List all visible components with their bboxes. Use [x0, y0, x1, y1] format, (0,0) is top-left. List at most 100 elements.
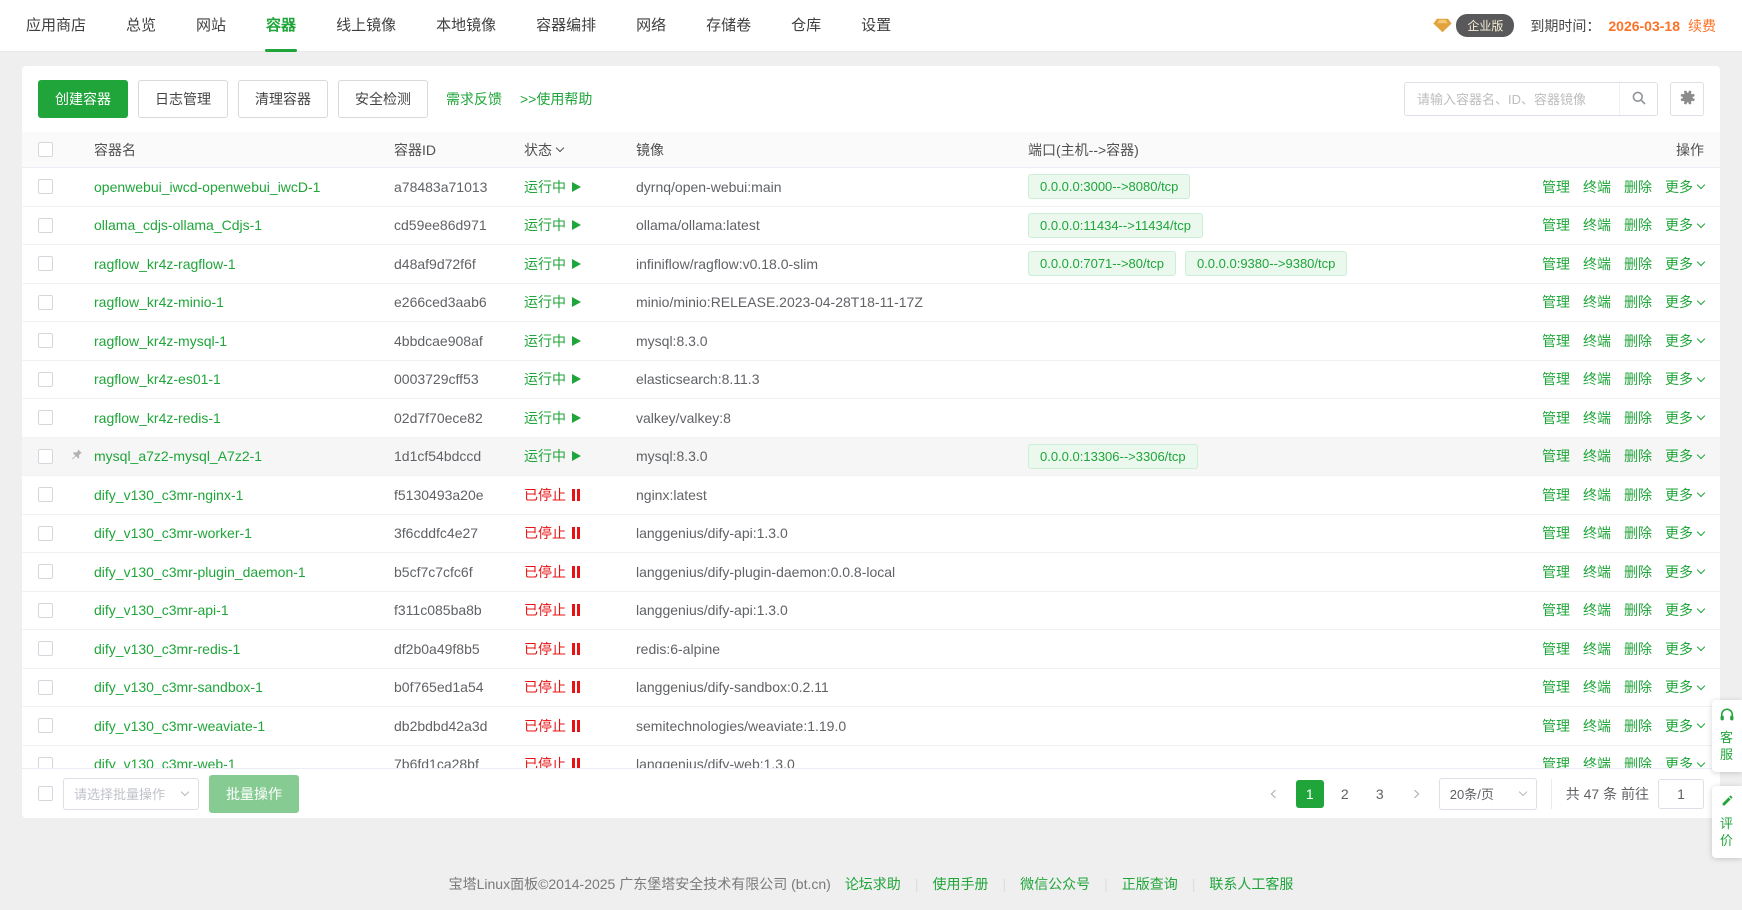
select-all-checkbox[interactable]	[38, 142, 53, 157]
manage-link[interactable]: 管理	[1542, 369, 1570, 389]
row-checkbox[interactable]	[38, 487, 53, 502]
delete-link[interactable]: 删除	[1624, 446, 1652, 466]
nav-item[interactable]: 本地镜像	[436, 0, 496, 52]
container-name-link[interactable]: mysql_a7z2-mysql_A7z2-1	[94, 448, 394, 464]
row-checkbox[interactable]	[38, 718, 53, 733]
manage-link[interactable]: 管理	[1542, 177, 1570, 197]
row-checkbox[interactable]	[38, 410, 53, 425]
batch-action-select[interactable]: 请选择批量操作	[63, 778, 199, 810]
nav-item[interactable]: 网站	[196, 0, 226, 52]
manage-link[interactable]: 管理	[1542, 639, 1570, 659]
more-link[interactable]: 更多	[1665, 177, 1704, 197]
customer-service-widget[interactable]: 客服	[1712, 700, 1742, 772]
delete-link[interactable]: 删除	[1624, 716, 1652, 736]
container-name-link[interactable]: ollama_cdjs-ollama_Cdjs-1	[94, 217, 394, 233]
more-link[interactable]: 更多	[1665, 292, 1704, 312]
more-link[interactable]: 更多	[1665, 677, 1704, 697]
review-widget[interactable]: 评价	[1712, 786, 1742, 858]
search-button[interactable]	[1619, 83, 1657, 115]
nav-item[interactable]: 存储卷	[706, 0, 751, 52]
terminal-link[interactable]: 终端	[1583, 331, 1611, 351]
row-checkbox[interactable]	[38, 680, 53, 695]
manage-link[interactable]: 管理	[1542, 446, 1570, 466]
footer-link[interactable]: 正版查询	[1122, 874, 1178, 894]
footer-link[interactable]: 联系人工客服	[1209, 874, 1293, 894]
more-link[interactable]: 更多	[1665, 485, 1704, 505]
row-checkbox[interactable]	[38, 256, 53, 271]
row-checkbox[interactable]	[38, 641, 53, 656]
terminal-link[interactable]: 终端	[1583, 292, 1611, 312]
prev-page-button[interactable]	[1261, 780, 1289, 808]
create-container-button[interactable]: 创建容器	[38, 80, 128, 118]
delete-link[interactable]: 删除	[1624, 177, 1652, 197]
container-name-link[interactable]: ragflow_kr4z-minio-1	[94, 294, 394, 310]
more-link[interactable]: 更多	[1665, 369, 1704, 389]
row-checkbox[interactable]	[38, 564, 53, 579]
delete-link[interactable]: 删除	[1624, 639, 1652, 659]
manage-link[interactable]: 管理	[1542, 600, 1570, 620]
delete-link[interactable]: 删除	[1624, 254, 1652, 274]
batch-apply-button[interactable]: 批量操作	[209, 775, 299, 813]
row-checkbox[interactable]	[38, 372, 53, 387]
terminal-link[interactable]: 终端	[1583, 369, 1611, 389]
terminal-link[interactable]: 终端	[1583, 215, 1611, 235]
more-link[interactable]: 更多	[1665, 639, 1704, 659]
terminal-link[interactable]: 终端	[1583, 523, 1611, 543]
delete-link[interactable]: 删除	[1624, 215, 1652, 235]
nav-item[interactable]: 容器编排	[536, 0, 596, 52]
clean-container-button[interactable]: 清理容器	[238, 80, 328, 118]
nav-item[interactable]: 设置	[861, 0, 891, 52]
terminal-link[interactable]: 终端	[1583, 562, 1611, 582]
row-checkbox[interactable]	[38, 526, 53, 541]
container-name-link[interactable]: dify_v130_c3mr-plugin_daemon-1	[94, 564, 394, 580]
manage-link[interactable]: 管理	[1542, 408, 1570, 428]
footer-link[interactable]: 微信公众号	[1020, 874, 1090, 894]
feedback-link[interactable]: 需求反馈	[446, 89, 502, 109]
more-link[interactable]: 更多	[1665, 254, 1704, 274]
terminal-link[interactable]: 终端	[1583, 446, 1611, 466]
row-checkbox[interactable]	[38, 449, 53, 464]
next-page-button[interactable]	[1401, 780, 1429, 808]
container-name-link[interactable]: ragflow_kr4z-redis-1	[94, 410, 394, 426]
nav-item[interactable]: 总览	[126, 0, 156, 52]
delete-link[interactable]: 删除	[1624, 331, 1652, 351]
header-status-filter[interactable]: 状态	[524, 140, 636, 160]
terminal-link[interactable]: 终端	[1583, 677, 1611, 697]
terminal-link[interactable]: 终端	[1583, 716, 1611, 736]
table-settings-button[interactable]	[1670, 82, 1704, 116]
terminal-link[interactable]: 终端	[1583, 754, 1611, 768]
delete-link[interactable]: 删除	[1624, 408, 1652, 428]
more-link[interactable]: 更多	[1665, 754, 1704, 768]
terminal-link[interactable]: 终端	[1583, 254, 1611, 274]
more-link[interactable]: 更多	[1665, 215, 1704, 235]
batch-select-all-checkbox[interactable]	[38, 786, 53, 801]
container-name-link[interactable]: openwebui_iwcd-openwebui_iwcD-1	[94, 179, 394, 195]
log-manage-button[interactable]: 日志管理	[138, 80, 228, 118]
row-checkbox[interactable]	[38, 218, 53, 233]
row-checkbox[interactable]	[38, 295, 53, 310]
more-link[interactable]: 更多	[1665, 562, 1704, 582]
terminal-link[interactable]: 终端	[1583, 639, 1611, 659]
manage-link[interactable]: 管理	[1542, 562, 1570, 582]
delete-link[interactable]: 删除	[1624, 369, 1652, 389]
more-link[interactable]: 更多	[1665, 600, 1704, 620]
container-name-link[interactable]: ragflow_kr4z-ragflow-1	[94, 256, 394, 272]
row-checkbox[interactable]	[38, 333, 53, 348]
page-button-1[interactable]: 1	[1296, 780, 1324, 808]
manage-link[interactable]: 管理	[1542, 523, 1570, 543]
manage-link[interactable]: 管理	[1542, 254, 1570, 274]
delete-link[interactable]: 删除	[1624, 292, 1652, 312]
delete-link[interactable]: 删除	[1624, 485, 1652, 505]
security-check-button[interactable]: 安全检测	[338, 80, 428, 118]
more-link[interactable]: 更多	[1665, 523, 1704, 543]
manage-link[interactable]: 管理	[1542, 485, 1570, 505]
container-name-link[interactable]: dify_v130_c3mr-worker-1	[94, 525, 394, 541]
terminal-link[interactable]: 终端	[1583, 485, 1611, 505]
page-button-3[interactable]: 3	[1366, 780, 1394, 808]
nav-item[interactable]: 应用商店	[26, 0, 86, 52]
container-name-link[interactable]: dify_v130_c3mr-redis-1	[94, 641, 394, 657]
delete-link[interactable]: 删除	[1624, 600, 1652, 620]
manage-link[interactable]: 管理	[1542, 754, 1570, 768]
more-link[interactable]: 更多	[1665, 331, 1704, 351]
manage-link[interactable]: 管理	[1542, 331, 1570, 351]
